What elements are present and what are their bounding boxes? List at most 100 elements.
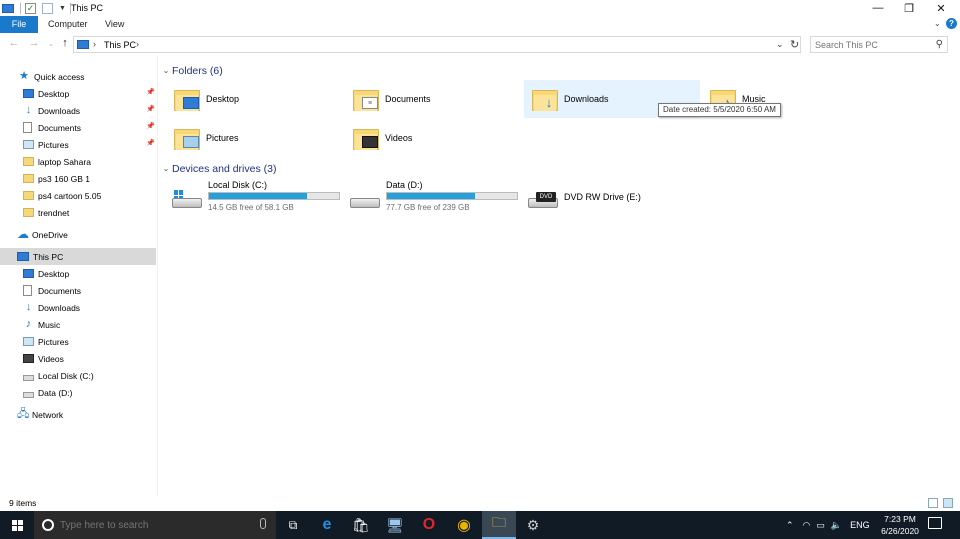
new-folder-icon[interactable]: [42, 2, 53, 14]
wifi-icon[interactable]: ◠: [803, 520, 811, 531]
store-icon[interactable]: 🛍: [344, 511, 378, 539]
folder-tile-pictures[interactable]: Pictures: [160, 119, 336, 157]
microphone-icon[interactable]: [260, 518, 266, 529]
dvd-label: DVD: [536, 192, 556, 202]
folder-icon: [23, 174, 34, 183]
forward-arrow-icon[interactable]: →: [27, 37, 41, 49]
clock-time: 7:23 PM: [884, 514, 916, 524]
tab-computer[interactable]: Computer: [40, 16, 96, 33]
file-explorer-window: ✓ ▼ This PC — ❐ ✕ File Computer View ⌄ ?…: [0, 0, 960, 511]
devices-group-header[interactable]: ⌄ Devices and drives (3): [160, 161, 940, 176]
edge-icon[interactable]: e: [310, 511, 344, 539]
help-icon[interactable]: ?: [946, 18, 957, 29]
search-box[interactable]: ⚲: [810, 36, 948, 53]
drive-tile-local-disk[interactable]: Local Disk (C:) 14.5 GB free of 58.1 GB: [160, 180, 340, 220]
tab-view[interactable]: View: [97, 16, 132, 33]
nav-pc-pictures[interactable]: Pictures: [0, 333, 156, 350]
taskbar-clock[interactable]: 7:23 PM 6/26/2020: [872, 513, 928, 537]
app-icon[interactable]: ⚙: [516, 511, 550, 539]
documents-icon: [23, 285, 32, 296]
nav-item-trendnet[interactable]: trendnet: [0, 204, 156, 221]
pin-icon[interactable]: 📌: [146, 122, 155, 130]
language-indicator[interactable]: ENG: [850, 520, 870, 530]
show-hidden-icons-chevron-icon[interactable]: ⌃: [786, 520, 794, 531]
pane-divider[interactable]: [157, 56, 158, 496]
nav-pc-data-drive[interactable]: Data (D:): [0, 384, 156, 401]
minimize-button[interactable]: —: [862, 0, 894, 16]
nav-pc-downloads[interactable]: ↓ Downloads: [0, 299, 156, 316]
remote-desktop-icon[interactable]: 🖥: [378, 511, 412, 539]
nav-item-pictures[interactable]: Pictures 📌: [0, 136, 156, 153]
details-view-icon[interactable]: [928, 498, 938, 508]
window-title: This PC: [71, 3, 104, 13]
nav-quick-access[interactable]: ★ Quick access: [0, 68, 156, 85]
nav-pc-videos[interactable]: Videos: [0, 350, 156, 367]
expand-ribbon-chevron-icon[interactable]: ⌄: [934, 19, 941, 28]
start-button[interactable]: [0, 511, 34, 539]
collapse-chevron-icon[interactable]: ⌄: [160, 164, 172, 173]
pin-icon[interactable]: 📌: [146, 105, 155, 113]
nav-item-desktop[interactable]: Desktop 📌: [0, 85, 156, 102]
battery-icon[interactable]: ▭: [816, 520, 825, 531]
address-dropdown-chevron-icon[interactable]: ⌄: [776, 39, 784, 50]
status-bar: 9 items: [0, 496, 960, 511]
nav-item-documents[interactable]: Documents 📌: [0, 119, 156, 136]
nav-pc-music[interactable]: ♪ Music: [0, 316, 156, 333]
local-disk-icon: [172, 190, 202, 208]
folder-name: Desktop: [206, 94, 240, 104]
nav-item-ps4[interactable]: ps4 cartoon 5.05: [0, 187, 156, 204]
nav-item-ps3[interactable]: ps3 160 GB 1: [0, 170, 156, 187]
taskbar-search[interactable]: [34, 511, 276, 539]
nav-label: Data (D:): [38, 387, 73, 398]
customize-toolbar-chevron-icon[interactable]: ▼: [59, 5, 66, 12]
breadcrumb-chevron-icon[interactable]: ›: [136, 39, 139, 49]
action-center-icon[interactable]: [928, 517, 942, 529]
this-pc-icon[interactable]: [2, 3, 14, 13]
drive-free-space: 77.7 GB free of 239 GB: [386, 203, 470, 212]
nav-pc-desktop[interactable]: Desktop: [0, 265, 156, 282]
drive-name: DVD RW Drive (E:): [564, 192, 641, 202]
back-arrow-icon[interactable]: ←: [7, 37, 21, 49]
pictures-icon: [23, 337, 34, 346]
drive-tile-data[interactable]: Data (D:) 77.7 GB free of 239 GB: [338, 180, 518, 220]
breadcrumb-chevron-icon[interactable]: ›: [93, 39, 96, 49]
folder-tile-videos[interactable]: Videos: [339, 119, 515, 157]
search-icon[interactable]: ⚲: [936, 39, 943, 50]
folder-tile-documents[interactable]: ≡ Documents: [339, 80, 515, 118]
drive-tile-dvd[interactable]: DVD DVD RW Drive (E:): [516, 180, 696, 220]
properties-icon[interactable]: ✓: [25, 2, 36, 14]
opera-icon[interactable]: O: [412, 511, 446, 539]
pictures-overlay-icon: [183, 136, 199, 148]
file-explorer-icon[interactable]: 🗀: [482, 511, 516, 539]
folder-name: Documents: [385, 94, 431, 104]
restore-button[interactable]: ❐: [893, 0, 925, 16]
nav-item-laptop-sahara[interactable]: laptop Sahara: [0, 153, 156, 170]
search-input[interactable]: [815, 39, 930, 51]
tab-file[interactable]: File: [0, 16, 38, 33]
close-button[interactable]: ✕: [925, 0, 957, 16]
collapse-chevron-icon[interactable]: ⌄: [160, 66, 172, 75]
large-icons-view-icon[interactable]: [943, 498, 953, 508]
taskbar-search-input[interactable]: [60, 517, 250, 533]
task-view-icon[interactable]: ⧉: [276, 511, 310, 539]
folders-group-header[interactable]: ⌄ Folders (6): [160, 63, 940, 78]
nav-network[interactable]: 🖧 Network: [0, 406, 156, 423]
chrome-icon[interactable]: ◉: [447, 511, 481, 539]
breadcrumb-this-pc[interactable]: This PC: [104, 40, 136, 50]
folder-tile-desktop[interactable]: Desktop: [160, 80, 336, 118]
volume-icon[interactable]: 🔈: [831, 520, 842, 531]
nav-pc-local-disk[interactable]: Local Disk (C:): [0, 367, 156, 384]
navigation-pane: ★ Quick access Desktop 📌 ↓ Downloads 📌 D…: [0, 64, 157, 496]
nav-item-downloads[interactable]: ↓ Downloads 📌: [0, 102, 156, 119]
refresh-icon[interactable]: ↻: [790, 38, 799, 51]
nav-onedrive[interactable]: ☁ OneDrive: [0, 226, 156, 243]
documents-overlay-icon: ≡: [362, 97, 378, 109]
pin-icon[interactable]: 📌: [146, 139, 155, 147]
nav-label: Pictures: [38, 139, 69, 150]
pin-icon[interactable]: 📌: [146, 88, 155, 96]
nav-this-pc[interactable]: This PC: [0, 248, 156, 265]
up-arrow-icon[interactable]: ↑: [58, 37, 72, 49]
recent-locations-chevron-icon[interactable]: ⌄: [44, 40, 58, 48]
nav-pc-documents[interactable]: Documents: [0, 282, 156, 299]
address-bar[interactable]: › This PC › ⌄ ↻: [73, 36, 801, 53]
